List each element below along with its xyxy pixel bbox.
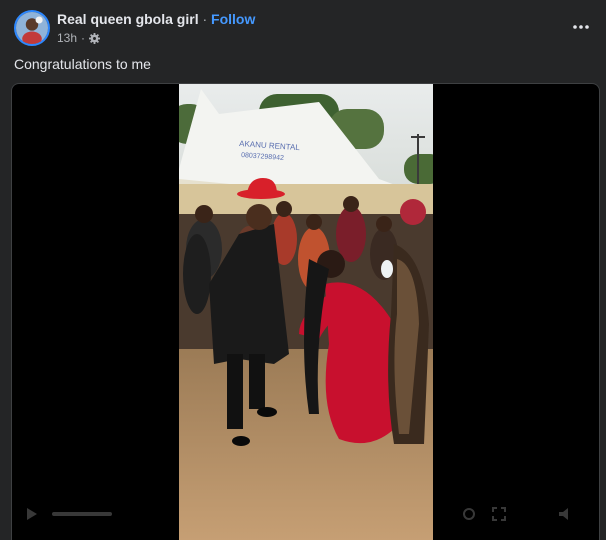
more-icon [573, 25, 589, 29]
post-caption: Congratulations to me [14, 56, 151, 72]
fullscreen-icon[interactable] [492, 507, 506, 521]
video-frame[interactable]: AKANU RENTAL 08037298942 [179, 84, 433, 540]
post-meta: 13h · [57, 31, 255, 45]
name-line: Real queen gbola girl · Follow [57, 11, 255, 27]
avatar[interactable] [14, 10, 50, 46]
play-icon[interactable] [26, 507, 38, 521]
settings-icon[interactable] [462, 507, 476, 521]
sep-dot: · [81, 31, 86, 45]
progress-bar[interactable] [52, 512, 112, 526]
timestamp[interactable]: 13h [57, 31, 77, 45]
follow-button[interactable]: Follow [211, 11, 255, 27]
video-player[interactable]: AKANU RENTAL 08037298942 [11, 83, 600, 540]
more-options-button[interactable] [566, 14, 596, 40]
post-card: Real queen gbola girl · Follow 13h · Con… [0, 0, 606, 540]
separator: · [202, 11, 208, 27]
author-name[interactable]: Real queen gbola girl [57, 11, 199, 27]
post-header: Real queen gbola girl · Follow 13h · [57, 11, 255, 45]
gear-icon[interactable] [89, 32, 101, 44]
volume-icon[interactable] [558, 507, 574, 521]
